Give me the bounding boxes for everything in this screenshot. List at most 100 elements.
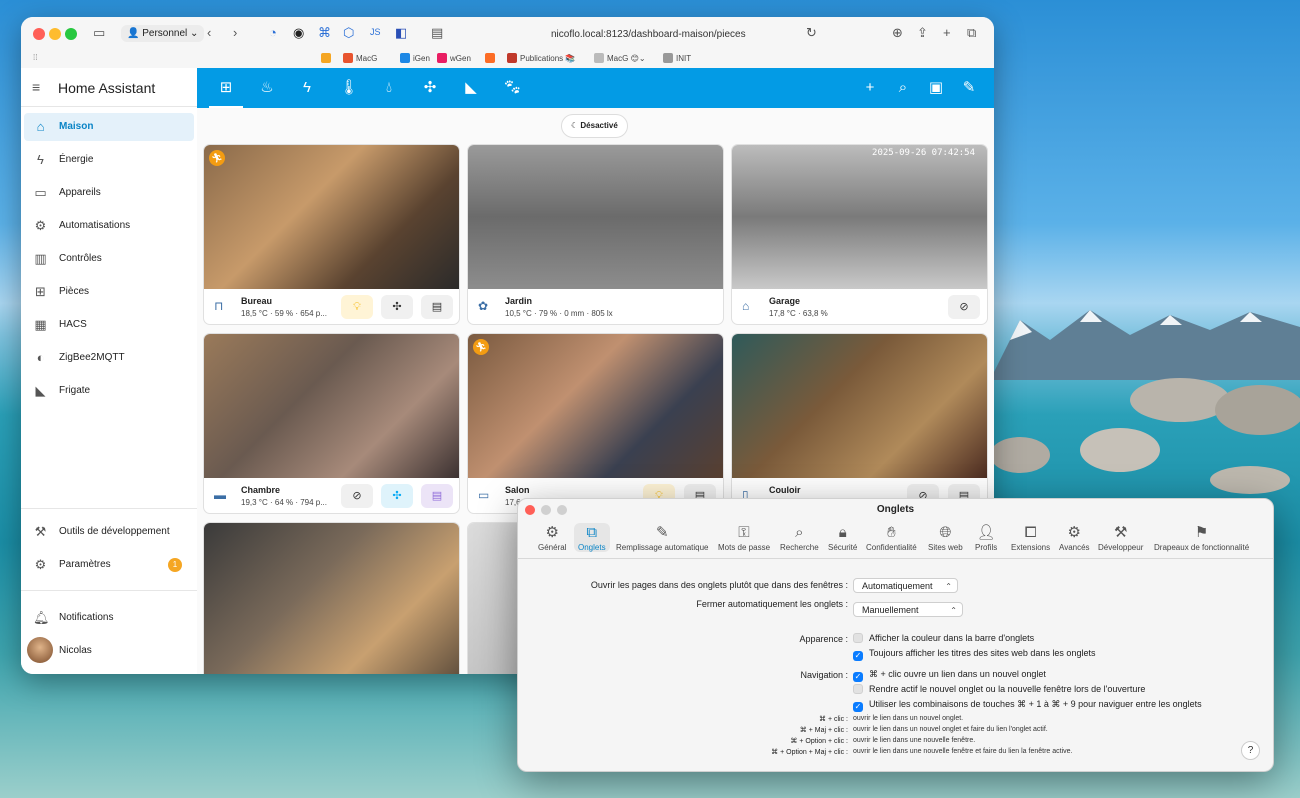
- favorite-crown[interactable]: [321, 53, 334, 63]
- motion-off-button[interactable]: ⊘: [948, 295, 980, 319]
- camera-card-couloir[interactable]: ▯ Couloir ⊘ ▤: [731, 333, 988, 514]
- fan-button[interactable]: ✣: [381, 295, 413, 319]
- tab-overview-icon[interactable]: ⧉: [967, 25, 976, 41]
- fan-button[interactable]: ✣: [381, 484, 413, 508]
- favorite-init[interactable]: INIT: [663, 53, 691, 63]
- shutter-button[interactable]: ▤: [421, 484, 453, 508]
- activate-new-tab-checkbox[interactable]: Rendre actif le nouvel onglet ou la nouv…: [853, 684, 1145, 694]
- ha-sidebar: ≡ Home Assistant ⌂ Maison ϟ Énergie ▭ Appar…: [21, 68, 198, 674]
- tab-water-icon[interactable]: 💧︎: [378, 77, 400, 99]
- sidebar-item-maison[interactable]: ⌂ Maison: [24, 113, 194, 141]
- download-icon[interactable]: ⊕: [892, 25, 903, 41]
- sidebar-item-frigate[interactable]: ◣ Frigate: [24, 377, 194, 405]
- reload-icon[interactable]: ↻: [806, 25, 817, 41]
- tab-thermometer-icon[interactable]: 🌡︎: [338, 77, 360, 99]
- sidebar-item-appareils[interactable]: ▭ Appareils: [24, 179, 194, 207]
- tab-search[interactable]: ⌕ Recherche: [780, 523, 819, 552]
- help-button[interactable]: ?: [1241, 741, 1260, 760]
- motion-off-button[interactable]: ⊘: [341, 484, 373, 508]
- close-tabs-label: Fermer automatiquement les onglets :: [696, 599, 848, 609]
- camera-image[interactable]: [204, 145, 459, 289]
- camera-image[interactable]: [732, 334, 987, 478]
- camera-card-jardin[interactable]: ✿ Jardin 10,5 °C · 79 % · 0 mm · 805 lx: [467, 144, 724, 325]
- tab-privacy[interactable]: ✋︎ Confidentialité: [866, 523, 917, 552]
- camera-image[interactable]: [468, 145, 723, 289]
- sidebar-toggle-icon[interactable]: ▭: [93, 25, 105, 41]
- add-icon[interactable]: +: [859, 77, 881, 99]
- sidebar-item-settings[interactable]: ⚙ Paramètres 1: [24, 551, 194, 579]
- extension-icon[interactable]: ◔: [269, 25, 277, 40]
- favorite-wgen[interactable]: wGen: [437, 53, 471, 63]
- camera-card-salon[interactable]: 🏃︎ ▭ Salon 17,6 💡︎ ▤: [467, 333, 724, 514]
- sidebar-item-notifications[interactable]: 🔔︎ Notifications: [24, 604, 194, 632]
- zoom-window-button[interactable]: [65, 28, 77, 40]
- cube-icon[interactable]: ⬡: [343, 25, 354, 41]
- cmd-click-checkbox[interactable]: ✓ ⌘ + clic ouvre un lien dans un nouvel o…: [853, 669, 1046, 682]
- tab-advanced[interactable]: ⚙ Avancés: [1059, 523, 1090, 552]
- profile-selector[interactable]: 👤 Personnel ⌄: [121, 25, 205, 42]
- tab-passwords[interactable]: ⚿ Mots de passe: [718, 523, 770, 552]
- camera-image[interactable]: [204, 334, 459, 478]
- tab-profiles[interactable]: 👤︎ Profils: [975, 523, 997, 552]
- share-icon[interactable]: ⇪: [917, 25, 928, 41]
- camera-image[interactable]: [732, 145, 987, 289]
- camera-image[interactable]: [204, 523, 459, 674]
- new-tab-icon[interactable]: +: [943, 25, 951, 40]
- gitlab-icon[interactable]: [485, 53, 498, 63]
- sidebar-item-automatisations[interactable]: ⚙ Automatisations: [24, 212, 194, 240]
- grid-icon[interactable]: ⁞⁞: [33, 53, 37, 62]
- close-window-button[interactable]: [33, 28, 45, 40]
- tab-energy-icon[interactable]: ϟ: [296, 77, 318, 99]
- sidebar-item-energie[interactable]: ϟ Énergie: [24, 146, 194, 174]
- sidebar-item-pieces[interactable]: ⊞ Pièces: [24, 278, 194, 306]
- tab-autofill[interactable]: ✎ Remplissage automatique: [616, 523, 709, 552]
- mode-chip[interactable]: ☾ Désactivé: [561, 114, 628, 138]
- tab-extensions[interactable]: ⧠ Extensions: [1011, 523, 1050, 552]
- tab-paw-icon[interactable]: 🐾︎: [501, 77, 523, 99]
- tab-security[interactable]: 🔒︎ Sécurité: [828, 523, 857, 552]
- camera-card-garage[interactable]: 2025-09-26 07:42:54 ⌂ Garage 17,8 °C · 6…: [731, 144, 988, 325]
- sidebar-item-hacs[interactable]: ▦ HACS: [24, 311, 194, 339]
- command-icon[interactable]: ⌘: [318, 25, 331, 41]
- open-pages-select[interactable]: Automatiquement: [853, 578, 958, 594]
- tab-onglets[interactable]: ⧉ Onglets: [574, 523, 610, 552]
- menu-icon[interactable]: ≡: [32, 79, 40, 95]
- sidebar-item-user[interactable]: Nicolas: [24, 637, 194, 665]
- assist-icon[interactable]: ▣: [925, 77, 947, 99]
- tab-camera-icon[interactable]: ◣: [460, 77, 482, 99]
- tab-feature-flags[interactable]: ⚑ Drapeaux de fonctionnalité: [1154, 523, 1249, 552]
- tab-floorplan-icon[interactable]: ⊞: [215, 77, 237, 99]
- shutter-button[interactable]: ▤: [421, 295, 453, 319]
- tab-general[interactable]: ⚙ Général: [538, 523, 566, 552]
- back-icon[interactable]: ‹: [207, 25, 211, 40]
- favorite-publications[interactable]: Publications 📚: [507, 53, 575, 63]
- edit-icon[interactable]: ✎: [958, 77, 980, 99]
- camera-card-bureau[interactable]: 🏃︎ ⊓ Bureau 18,5 °C · 59 % · 654 p... 💡︎…: [203, 144, 460, 325]
- cmd-number-checkbox[interactable]: ✓ Utiliser les combinaisons de touches ⌘ …: [853, 699, 1202, 712]
- camera-image[interactable]: [468, 334, 723, 478]
- tab-developer[interactable]: ⚒ Développeur: [1098, 523, 1143, 552]
- camera-card-chambre[interactable]: ▬ Chambre 19,3 °C · 64 % · 794 p... ⊘ ✣ …: [203, 333, 460, 514]
- home-icon: ⌂: [36, 119, 45, 134]
- js-icon[interactable]: JS: [370, 27, 381, 37]
- address-bar[interactable]: nicoflo.local:8123/dashboard-maison/piec…: [551, 29, 771, 40]
- light-button[interactable]: 💡︎: [341, 295, 373, 319]
- sidebar-item-dev-tools[interactable]: ⚒ Outils de développement: [24, 518, 194, 546]
- extension-icon[interactable]: ◉: [293, 25, 304, 41]
- search-icon[interactable]: ⌕: [892, 77, 914, 99]
- favorite-folder-macg[interactable]: MacG 😊⌄: [594, 53, 646, 63]
- appearance-titles-checkbox[interactable]: ✓ Toujours afficher les titres des sites …: [853, 648, 1095, 661]
- sidebar-item-controles[interactable]: ▥ Contrôles: [24, 245, 194, 273]
- extension-icon[interactable]: ◧: [395, 25, 407, 41]
- close-tabs-select[interactable]: Manuellement: [853, 602, 963, 618]
- favorite-igen[interactable]: iGen: [400, 53, 430, 63]
- tab-websites[interactable]: 🌐︎ Sites web: [928, 523, 963, 552]
- favorite-macg[interactable]: MacG: [343, 53, 377, 63]
- camera-card-cuisine[interactable]: [203, 522, 460, 674]
- minimize-window-button[interactable]: [49, 28, 61, 40]
- appearance-color-checkbox[interactable]: Afficher la couleur dans la barre d'ongl…: [853, 633, 1034, 643]
- sidebar-item-zigbee2mqtt[interactable]: ◐ ZigBee2MQTT: [24, 344, 194, 372]
- tab-heating-icon[interactable]: ♨: [256, 77, 278, 99]
- forward-icon[interactable]: ›: [233, 25, 237, 40]
- tab-fan-icon[interactable]: ✣: [419, 77, 441, 99]
